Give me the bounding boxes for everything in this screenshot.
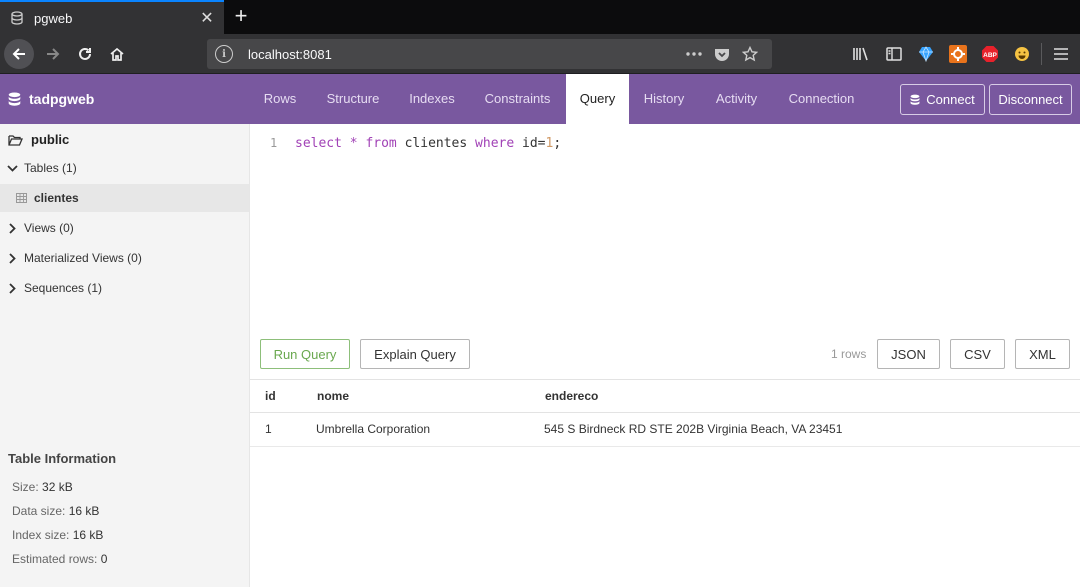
table-info-index-size: Index size: 16 kB xyxy=(12,528,103,542)
home-icon xyxy=(110,47,124,61)
table-header-row: id nome endereco xyxy=(250,380,1080,413)
disconnect-button[interactable]: Disconnect xyxy=(989,84,1072,115)
connect-button[interactable]: Connect xyxy=(900,84,985,115)
tab-connection[interactable]: Connection xyxy=(780,74,863,124)
info-icon[interactable]: i xyxy=(215,45,233,63)
table-info-data-size: Data size: 16 kB xyxy=(12,504,99,518)
app-header: tadpgweb Rows Structure Indexes Constrai… xyxy=(0,74,1080,124)
row-count: 1 rows xyxy=(831,347,867,361)
forward-button[interactable] xyxy=(38,39,68,69)
database-icon xyxy=(910,94,920,106)
database-icon xyxy=(10,11,24,25)
new-tab-button[interactable]: + xyxy=(230,4,252,30)
back-button[interactable] xyxy=(4,39,34,69)
home-button[interactable] xyxy=(102,39,132,69)
emoji-extension-icon[interactable] xyxy=(1012,44,1032,64)
reload-icon xyxy=(79,47,91,60)
schema-name: public xyxy=(31,132,70,147)
sidebar-materialized-views-group[interactable]: Materialized Views (0) xyxy=(0,244,249,272)
chevron-right-icon xyxy=(0,252,24,264)
estimated-rows-label: Estimated rows: xyxy=(12,552,98,566)
close-icon[interactable]: ✕ xyxy=(198,8,216,28)
schema-selector[interactable]: public xyxy=(8,132,69,147)
arrow-left-icon xyxy=(12,48,25,60)
size-value: 32 kB xyxy=(42,480,73,494)
line-number: 1 xyxy=(270,136,278,150)
sidebar-views-group[interactable]: Views (0) xyxy=(0,214,249,242)
column-header-endereco[interactable]: endereco xyxy=(530,380,1080,413)
sidebar-icon[interactable] xyxy=(884,44,904,64)
gear-extension-icon[interactable] xyxy=(948,44,968,64)
export-xml-button[interactable]: XML xyxy=(1015,339,1070,369)
export-csv-button[interactable]: CSV xyxy=(950,339,1005,369)
tab-indexes[interactable]: Indexes xyxy=(398,74,466,124)
chevron-down-icon xyxy=(0,164,24,172)
brand-name: tadpgweb xyxy=(29,91,95,107)
toolbar-separator xyxy=(1041,43,1042,65)
chevron-right-icon xyxy=(0,282,24,294)
url-text[interactable]: localhost:8081 xyxy=(248,47,680,62)
materialized-views-label: Materialized Views (0) xyxy=(24,251,142,265)
table-icon xyxy=(16,193,27,203)
more-icon[interactable] xyxy=(680,42,708,66)
tab-history[interactable]: History xyxy=(634,74,694,124)
library-icon[interactable] xyxy=(851,44,871,64)
table-info-size: Size: 32 kB xyxy=(12,480,73,494)
chevron-right-icon xyxy=(0,222,24,234)
sidebar-item-clientes[interactable]: clientes xyxy=(0,184,249,212)
svg-text:ABP: ABP xyxy=(983,52,997,59)
explain-query-button[interactable]: Explain Query xyxy=(360,339,470,369)
table-info-estimated-rows: Estimated rows: 0 xyxy=(12,552,107,566)
sidebar-sequences-group[interactable]: Sequences (1) xyxy=(0,274,249,302)
export-json-button[interactable]: JSON xyxy=(877,339,940,369)
table-row[interactable]: 1 Umbrella Corporation 545 S Birdneck RD… xyxy=(250,412,1080,447)
database-icon xyxy=(8,92,21,107)
brand: tadpgweb xyxy=(8,74,94,124)
sequences-label: Sequences (1) xyxy=(24,281,103,295)
table-cell[interactable]: 1 xyxy=(250,412,302,447)
adblock-icon[interactable]: ABP xyxy=(980,44,1000,64)
reload-button[interactable] xyxy=(70,39,100,69)
table-cell[interactable]: Umbrella Corporation xyxy=(302,412,530,447)
tab-activity[interactable]: Activity xyxy=(705,74,768,124)
pocket-icon[interactable] xyxy=(708,42,736,66)
gem-extension-icon[interactable] xyxy=(916,44,936,64)
views-label: Views (0) xyxy=(24,221,74,235)
folder-open-icon xyxy=(8,134,23,146)
sidebar: public Tables (1) clientes Views (0) Mat… xyxy=(0,124,250,587)
tab-structure[interactable]: Structure xyxy=(314,74,392,124)
data-size-label: Data size: xyxy=(12,504,66,518)
table-info-title: Table Information xyxy=(8,451,117,466)
arrow-right-icon xyxy=(47,48,60,60)
tab-rows[interactable]: Rows xyxy=(252,74,308,124)
tab-constraints[interactable]: Constraints xyxy=(474,74,561,124)
tab-query[interactable]: Query xyxy=(566,74,629,124)
tables-label: Tables (1) xyxy=(24,161,77,175)
query-text[interactable]: select * from clientes where id=1; xyxy=(295,136,561,151)
browser-navbar: i localhost:8081 ABP xyxy=(0,34,1080,74)
url-bar[interactable]: i localhost:8081 xyxy=(207,39,772,69)
run-query-button[interactable]: Run Query xyxy=(260,339,350,369)
menu-icon[interactable] xyxy=(1051,44,1071,64)
column-header-nome[interactable]: nome xyxy=(302,380,530,413)
table-name: clientes xyxy=(34,191,79,205)
query-editor[interactable]: 1 select * from clientes where id=1; xyxy=(250,124,1080,329)
results-table: id nome endereco 1 Umbrella Corporation … xyxy=(250,379,1080,447)
connect-label: Connect xyxy=(926,92,975,107)
size-label: Size: xyxy=(12,480,39,494)
bookmark-star-icon[interactable] xyxy=(736,42,764,66)
column-header-id[interactable]: id xyxy=(250,380,302,413)
index-size-value: 16 kB xyxy=(72,528,104,542)
table-cell[interactable]: 545 S Birdneck RD STE 202B Virginia Beac… xyxy=(530,412,1080,447)
browser-tabstrip: pgweb ✕ + xyxy=(0,0,1080,34)
estimated-rows-value: 0 xyxy=(100,552,108,566)
tab-title: pgweb xyxy=(34,10,73,26)
index-size-label: Index size: xyxy=(12,528,70,542)
browser-tab[interactable]: pgweb ✕ xyxy=(0,0,224,34)
data-size-value: 16 kB xyxy=(68,504,100,518)
sidebar-tables-group[interactable]: Tables (1) xyxy=(0,154,249,182)
